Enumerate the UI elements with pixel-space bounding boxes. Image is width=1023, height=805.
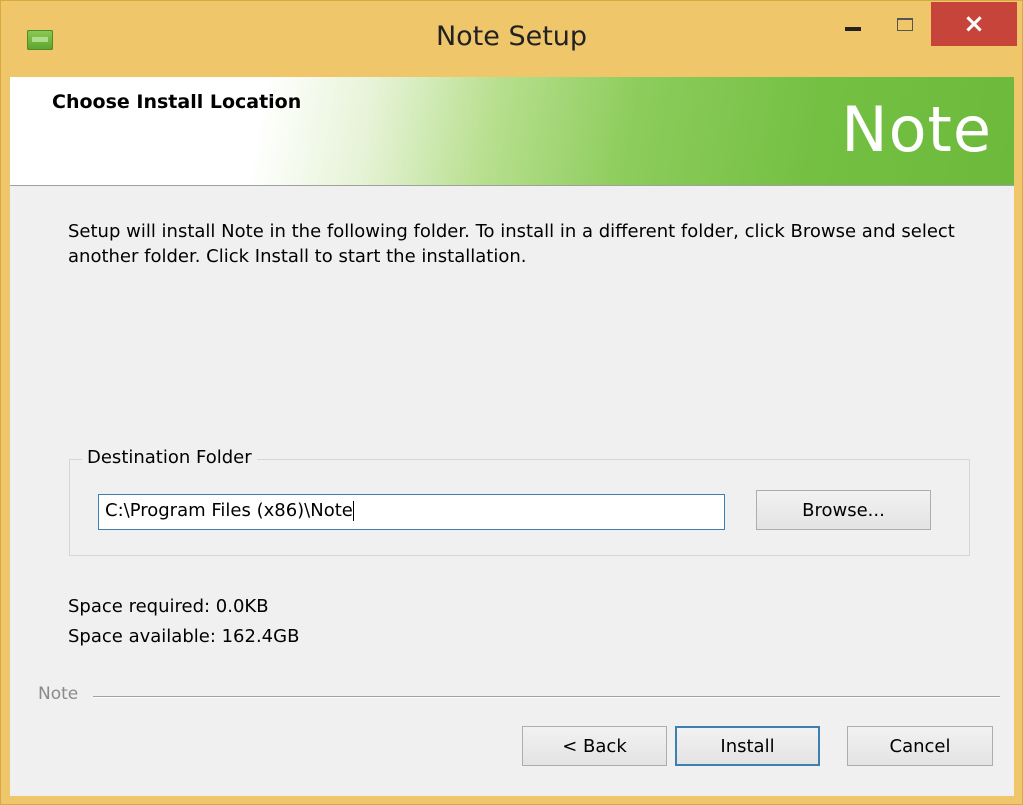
install-path-input[interactable]: C:\Program Files (x86)\Note xyxy=(98,494,725,530)
branding-divider: Note xyxy=(10,684,1000,704)
cancel-button[interactable]: Cancel xyxy=(847,726,993,766)
installer-window: Note Setup × Choose Install Location Not… xyxy=(0,0,1023,805)
back-button[interactable]: < Back xyxy=(522,726,667,766)
destination-folder-group: Destination Folder C:\Program Files (x86… xyxy=(69,447,970,556)
maximize-icon xyxy=(897,17,913,31)
branding-text: Note xyxy=(38,684,79,704)
minimize-button[interactable] xyxy=(826,2,880,46)
page-title: Choose Install Location xyxy=(52,91,302,113)
divider-line xyxy=(93,696,1000,698)
close-button[interactable]: × xyxy=(931,2,1017,46)
space-required-text: Space required: 0.0KB xyxy=(68,596,269,617)
maximize-button[interactable] xyxy=(881,2,929,46)
destination-folder-label: Destination Folder xyxy=(82,447,257,468)
instructions-text: Setup will install Note in the following… xyxy=(68,221,955,267)
text-caret xyxy=(352,501,354,521)
minimize-icon xyxy=(845,27,861,31)
content-area: Setup will install Note in the following… xyxy=(10,186,1014,796)
space-available-text: Space available: 162.4GB xyxy=(68,626,300,647)
close-icon: × xyxy=(963,9,985,39)
install-button[interactable]: Install xyxy=(675,726,820,766)
product-logo: Note xyxy=(841,93,992,166)
title-bar[interactable]: Note Setup × xyxy=(1,1,1022,77)
install-path-value: C:\Program Files (x86)\Note xyxy=(105,500,353,521)
header-banner: Choose Install Location Note xyxy=(10,77,1014,186)
browse-button[interactable]: Browse... xyxy=(756,490,931,530)
